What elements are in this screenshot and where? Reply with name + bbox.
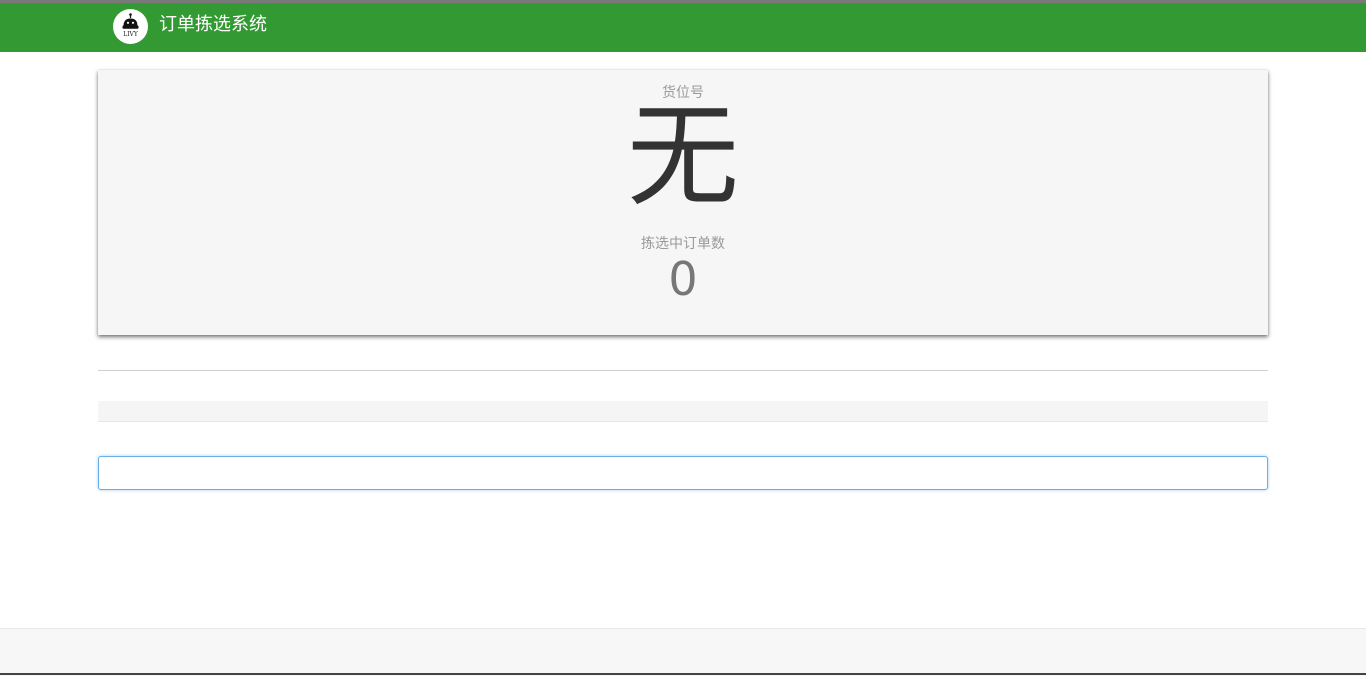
location-panel: 货位号 无 拣选中订单数 0 [98, 70, 1268, 335]
logo-text: LIVY [123, 31, 138, 38]
app-title[interactable]: 订单拣选系统 [159, 14, 267, 36]
picking-count-value: 0 [668, 252, 698, 306]
brand-logo[interactable]: LIVY [113, 9, 148, 44]
picking-count-label: 拣选中订单数 [641, 236, 725, 252]
location-value: 无 [627, 92, 739, 222]
top-navbar: LIVY 订单拣选系统 [0, 3, 1366, 52]
info-bar [98, 401, 1268, 422]
section-divider [98, 370, 1268, 371]
scan-input[interactable] [98, 456, 1268, 490]
footer [0, 628, 1366, 676]
